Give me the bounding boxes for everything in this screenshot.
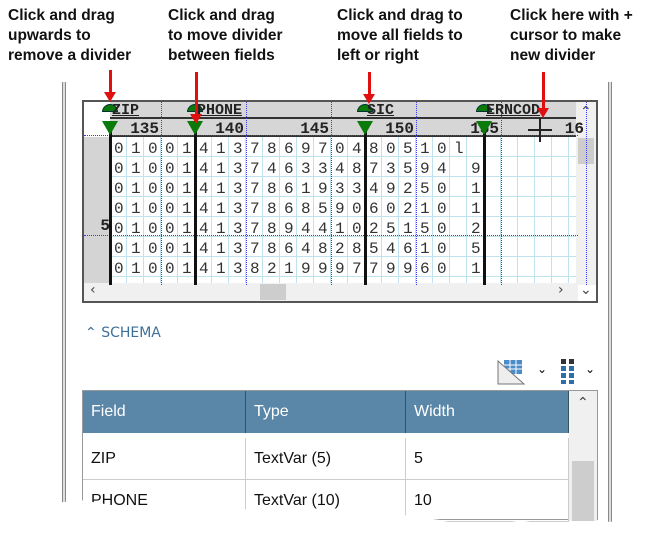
column-guide [586, 102, 587, 285]
divider-move-handle[interactable] [357, 121, 373, 135]
field-name[interactable]: ERNCOD [486, 102, 540, 119]
column-layout-icon[interactable] [560, 358, 576, 384]
scroll-right-icon[interactable]: › [558, 282, 564, 298]
column-header-field[interactable]: Field [83, 391, 246, 433]
callout-move-divider: Click and drag to move divider between f… [168, 7, 283, 64]
panel-left-border [62, 82, 66, 530]
column-header-type[interactable]: Type [246, 391, 406, 433]
scroll-left-icon[interactable]: ‹ [90, 282, 96, 298]
data-row: 01001413746334873594 9 [114, 160, 489, 178]
column-header-width[interactable]: Width [406, 391, 569, 433]
schema-toggle[interactable]: ⌃ SCHEMA [85, 325, 161, 341]
red-arrow [104, 70, 116, 102]
chevron-down-icon[interactable]: ⌄ [537, 362, 547, 376]
row-number: 5 [100, 217, 110, 235]
divider-move-handle[interactable] [476, 121, 492, 135]
scroll-up-icon[interactable]: ⌃ [577, 395, 589, 411]
field-divider[interactable] [364, 121, 367, 285]
red-arrow [363, 72, 375, 104]
field-divider[interactable] [194, 121, 197, 285]
panel-right-border [608, 82, 612, 530]
cell-field[interactable]: ZIP [83, 438, 246, 480]
field-name[interactable]: SIC [367, 102, 394, 119]
data-row: 01001413821999779960 1 [114, 260, 489, 278]
scroll-thumb[interactable] [260, 284, 286, 300]
column-guide [331, 102, 332, 285]
red-arrow [190, 72, 202, 124]
crosshair-cursor-icon [528, 118, 552, 142]
data-row: 01001413786482854610 5 [114, 240, 489, 258]
divider-move-handle[interactable] [102, 121, 118, 135]
ruler-label: 145 [300, 120, 329, 138]
field-name[interactable]: PHONE [197, 102, 242, 119]
field-divider[interactable] [483, 121, 486, 285]
table-ruler-icon[interactable] [496, 357, 526, 385]
screenshot-sheet: 01001413786970480510l 010014137463348735… [0, 0, 672, 530]
cell-type[interactable]: TextVar (5) [246, 438, 406, 480]
field-name[interactable]: ZIP [112, 102, 139, 119]
ruler-label: 135 [130, 120, 159, 138]
data-row: 01001413786193349250 1 [114, 180, 489, 198]
table-vertical-scrollbar[interactable]: ⌃ [569, 391, 597, 521]
schema-table: Field Type Width ZIP TextVar (5) 5 PHONE… [82, 390, 598, 522]
field-divider[interactable] [109, 121, 112, 285]
chevron-up-icon: ⌃ [85, 325, 97, 341]
row-gutter [84, 137, 110, 285]
cell-width[interactable]: 5 [406, 438, 569, 480]
column-guide [501, 102, 502, 285]
data-row: 01001413789441025150 2 [114, 220, 489, 238]
cell-width[interactable]: 10 [406, 480, 569, 522]
column-guide [246, 102, 247, 285]
cell-type[interactable]: TextVar (10) [246, 480, 406, 522]
red-arrow [537, 72, 549, 118]
ruler-label: 140 [215, 120, 244, 138]
row-guide [84, 235, 578, 236]
horizontal-scrollbar[interactable]: ‹ › [84, 282, 578, 301]
scroll-thumb[interactable] [572, 461, 594, 521]
ruler-label: 150 [385, 120, 414, 138]
fixed-width-grid[interactable]: 01001413786970480510l 010014137463348735… [82, 100, 598, 303]
data-row: 01001413786859060210 1 [114, 200, 489, 218]
data-row: 01001413786970480510l [114, 140, 472, 158]
callout-move-all-fields: Click and drag to move all fields to lef… [337, 7, 463, 64]
callout-new-divider: Click here with + cursor to make new div… [510, 7, 633, 64]
column-guide [161, 102, 162, 285]
callout-remove-divider: Click and drag upwards to remove a divid… [8, 7, 132, 64]
column-guide [416, 102, 417, 285]
chevron-down-icon[interactable]: ⌄ [585, 362, 595, 376]
cell-field[interactable]: PHONE [83, 480, 246, 522]
